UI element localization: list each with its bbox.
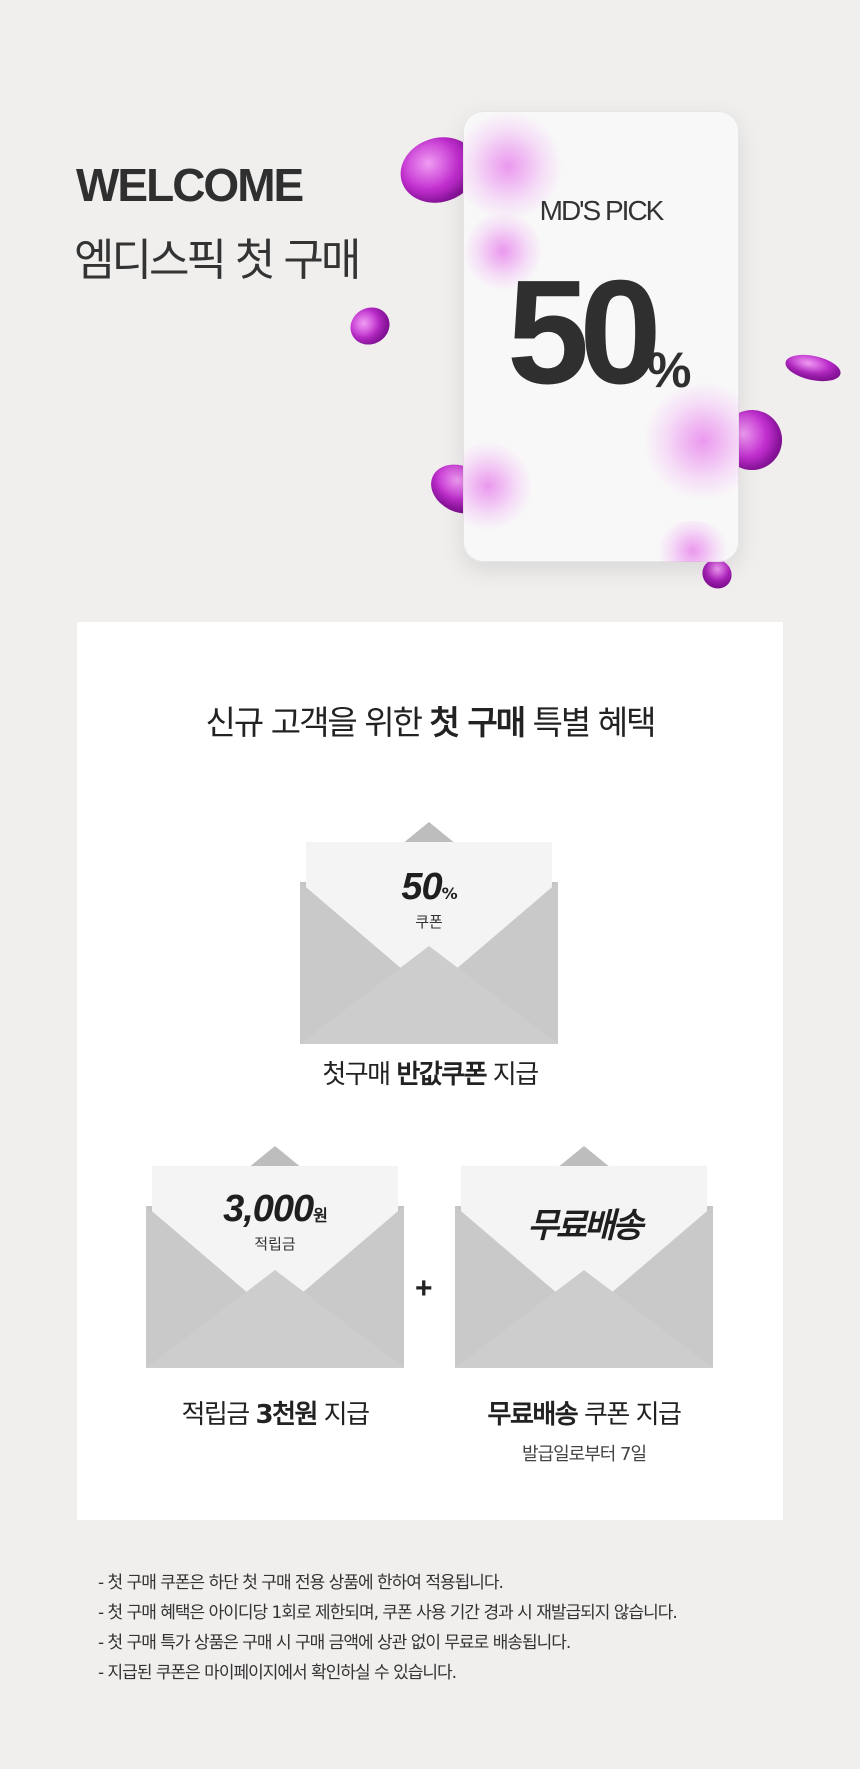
- points-envelope: 3,000원 적립금: [146, 1146, 404, 1368]
- coin-decoration-icon: [343, 300, 397, 352]
- free-shipping-validity: 발급일로부터 7일: [521, 1444, 647, 1465]
- card-brand-label: MD'S PICK: [539, 195, 665, 226]
- free-shipping-envelope: 무료배송: [455, 1146, 713, 1368]
- notice-item: - 지급된 쿠폰은 마이페이지에서 확인하실 수 있습니다.: [98, 1663, 457, 1683]
- free-shipping-caption: 무료배송 쿠폰 지급: [487, 1400, 682, 1430]
- hero-title-welcome: WELCOME: [76, 159, 304, 211]
- coin-decoration-icon: [783, 350, 843, 386]
- blur-decoration: [463, 441, 533, 531]
- blur-decoration: [653, 521, 733, 562]
- points-unit: 원: [313, 1206, 328, 1225]
- notice-item: - 첫 구매 쿠폰은 하단 첫 구매 전용 상품에 한하여 적용됩니다.: [98, 1573, 504, 1593]
- hero-title-first-purchase: 엠디스픽 첫 구매: [74, 235, 361, 286]
- notice-list: - 첫 구매 쿠폰은 하단 첫 구매 전용 상품에 한하여 적용됩니다. - 첫…: [98, 1568, 678, 1688]
- points-value: 3,000: [223, 1188, 314, 1230]
- plus-sign: +: [415, 1272, 433, 1305]
- half-price-coupon-caption: 첫구매 반값쿠폰 지급: [322, 1060, 539, 1090]
- blur-decoration: [643, 381, 739, 501]
- notice-item: - 첫 구매 특가 상품은 구매 시 구매 금액에 상관 없이 무료로 배송됩니…: [98, 1633, 571, 1653]
- hero-banner: WELCOME 엠디스픽 첫 구매 MD'S PICK 50 %: [0, 0, 860, 600]
- points-caption: 적립금 3천원 지급: [181, 1400, 370, 1430]
- notice-item: - 첫 구매 혜택은 아이디당 1회로 제한되며, 쿠폰 사용 기간 경과 시 …: [98, 1603, 678, 1623]
- card-discount-unit: %: [647, 342, 692, 398]
- benefits-panel: 신규 고객을 위한 첫 구매 특별 혜택 50% 쿠폰 첫구매 반값쿠폰 지급 …: [77, 622, 783, 1520]
- half-price-coupon-envelope: 50% 쿠폰: [300, 822, 558, 1044]
- mds-pick-card: MD'S PICK 50 %: [463, 111, 739, 562]
- card-discount-number: 50: [507, 250, 662, 415]
- coupon-50-unit: %: [441, 884, 458, 903]
- benefits-heading: 신규 고객을 위한 첫 구매 특별 혜택: [205, 703, 657, 742]
- coupon-50-value: 50: [401, 866, 442, 908]
- free-shipping-value: 무료배송: [527, 1206, 643, 1246]
